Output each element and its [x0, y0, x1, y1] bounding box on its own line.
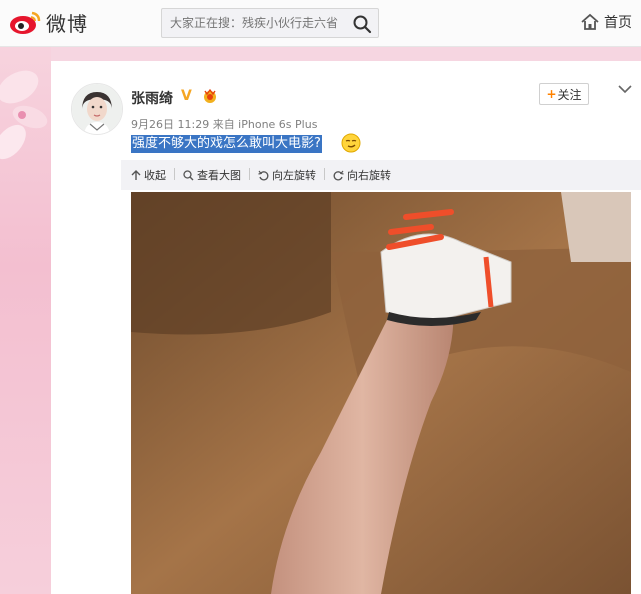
magnifier-icon [183, 169, 194, 180]
post-photo-image [131, 192, 631, 594]
smirk-emoji-icon [341, 133, 361, 153]
more-options-chevron-icon[interactable] [618, 84, 632, 94]
post-photo[interactable] [131, 192, 631, 594]
search-input[interactable] [170, 9, 346, 37]
post-meta: 9月26日 11:29 来自 iPhone 6s Plus [131, 118, 318, 131]
verified-badge-icon: V [181, 88, 192, 104]
author-name[interactable]: 张雨绮 [131, 88, 173, 108]
view-large-label: 查看大图 [197, 169, 241, 182]
post-card: 张雨绮 V + 关注 9月26日 11:29 来自 iPhone 6s Plus… [51, 61, 641, 594]
collapse-arrow-icon [131, 170, 141, 180]
follow-label: 关注 [557, 87, 582, 102]
plus-icon: + [546, 87, 557, 101]
view-large-button[interactable]: 查看大图 [183, 167, 241, 183]
logo-text: 微博 [46, 11, 88, 36]
weibo-eye-icon [10, 11, 41, 34]
vip-crown-icon [204, 88, 216, 103]
divider [324, 168, 325, 180]
divider [249, 168, 250, 180]
rotate-left-icon [258, 170, 269, 180]
home-label: 首页 [604, 15, 632, 31]
home-icon [581, 13, 599, 30]
skin-background-top [51, 47, 641, 61]
rotate-right-label: 向右旋转 [347, 169, 391, 182]
search-icon[interactable] [352, 14, 372, 34]
post-text: 强度不够大的戏怎么敢叫大电影? [131, 135, 322, 153]
rotate-left-button[interactable]: 向左旋转 [258, 167, 316, 183]
search-box[interactable] [161, 8, 379, 38]
rotate-right-button[interactable]: 向右旋转 [333, 167, 391, 183]
rotate-left-label: 向左旋转 [272, 169, 316, 182]
collapse-label: 收起 [144, 169, 166, 182]
home-link[interactable]: 首页 [580, 12, 632, 32]
divider [174, 168, 175, 180]
avatar[interactable] [71, 83, 123, 135]
media-actions: 收起 查看大图 向左旋转 向右旋转 [131, 167, 399, 183]
flower-decoration-icon [0, 70, 48, 160]
top-nav-bar: 微博 首页 [0, 0, 641, 47]
avatar-photo [72, 84, 122, 134]
collapse-button[interactable]: 收起 [131, 167, 166, 183]
follow-button[interactable]: + 关注 [539, 83, 589, 105]
weibo-logo[interactable]: 微博 [8, 6, 88, 38]
rotate-right-icon [333, 170, 344, 180]
skin-background-left [0, 47, 51, 594]
